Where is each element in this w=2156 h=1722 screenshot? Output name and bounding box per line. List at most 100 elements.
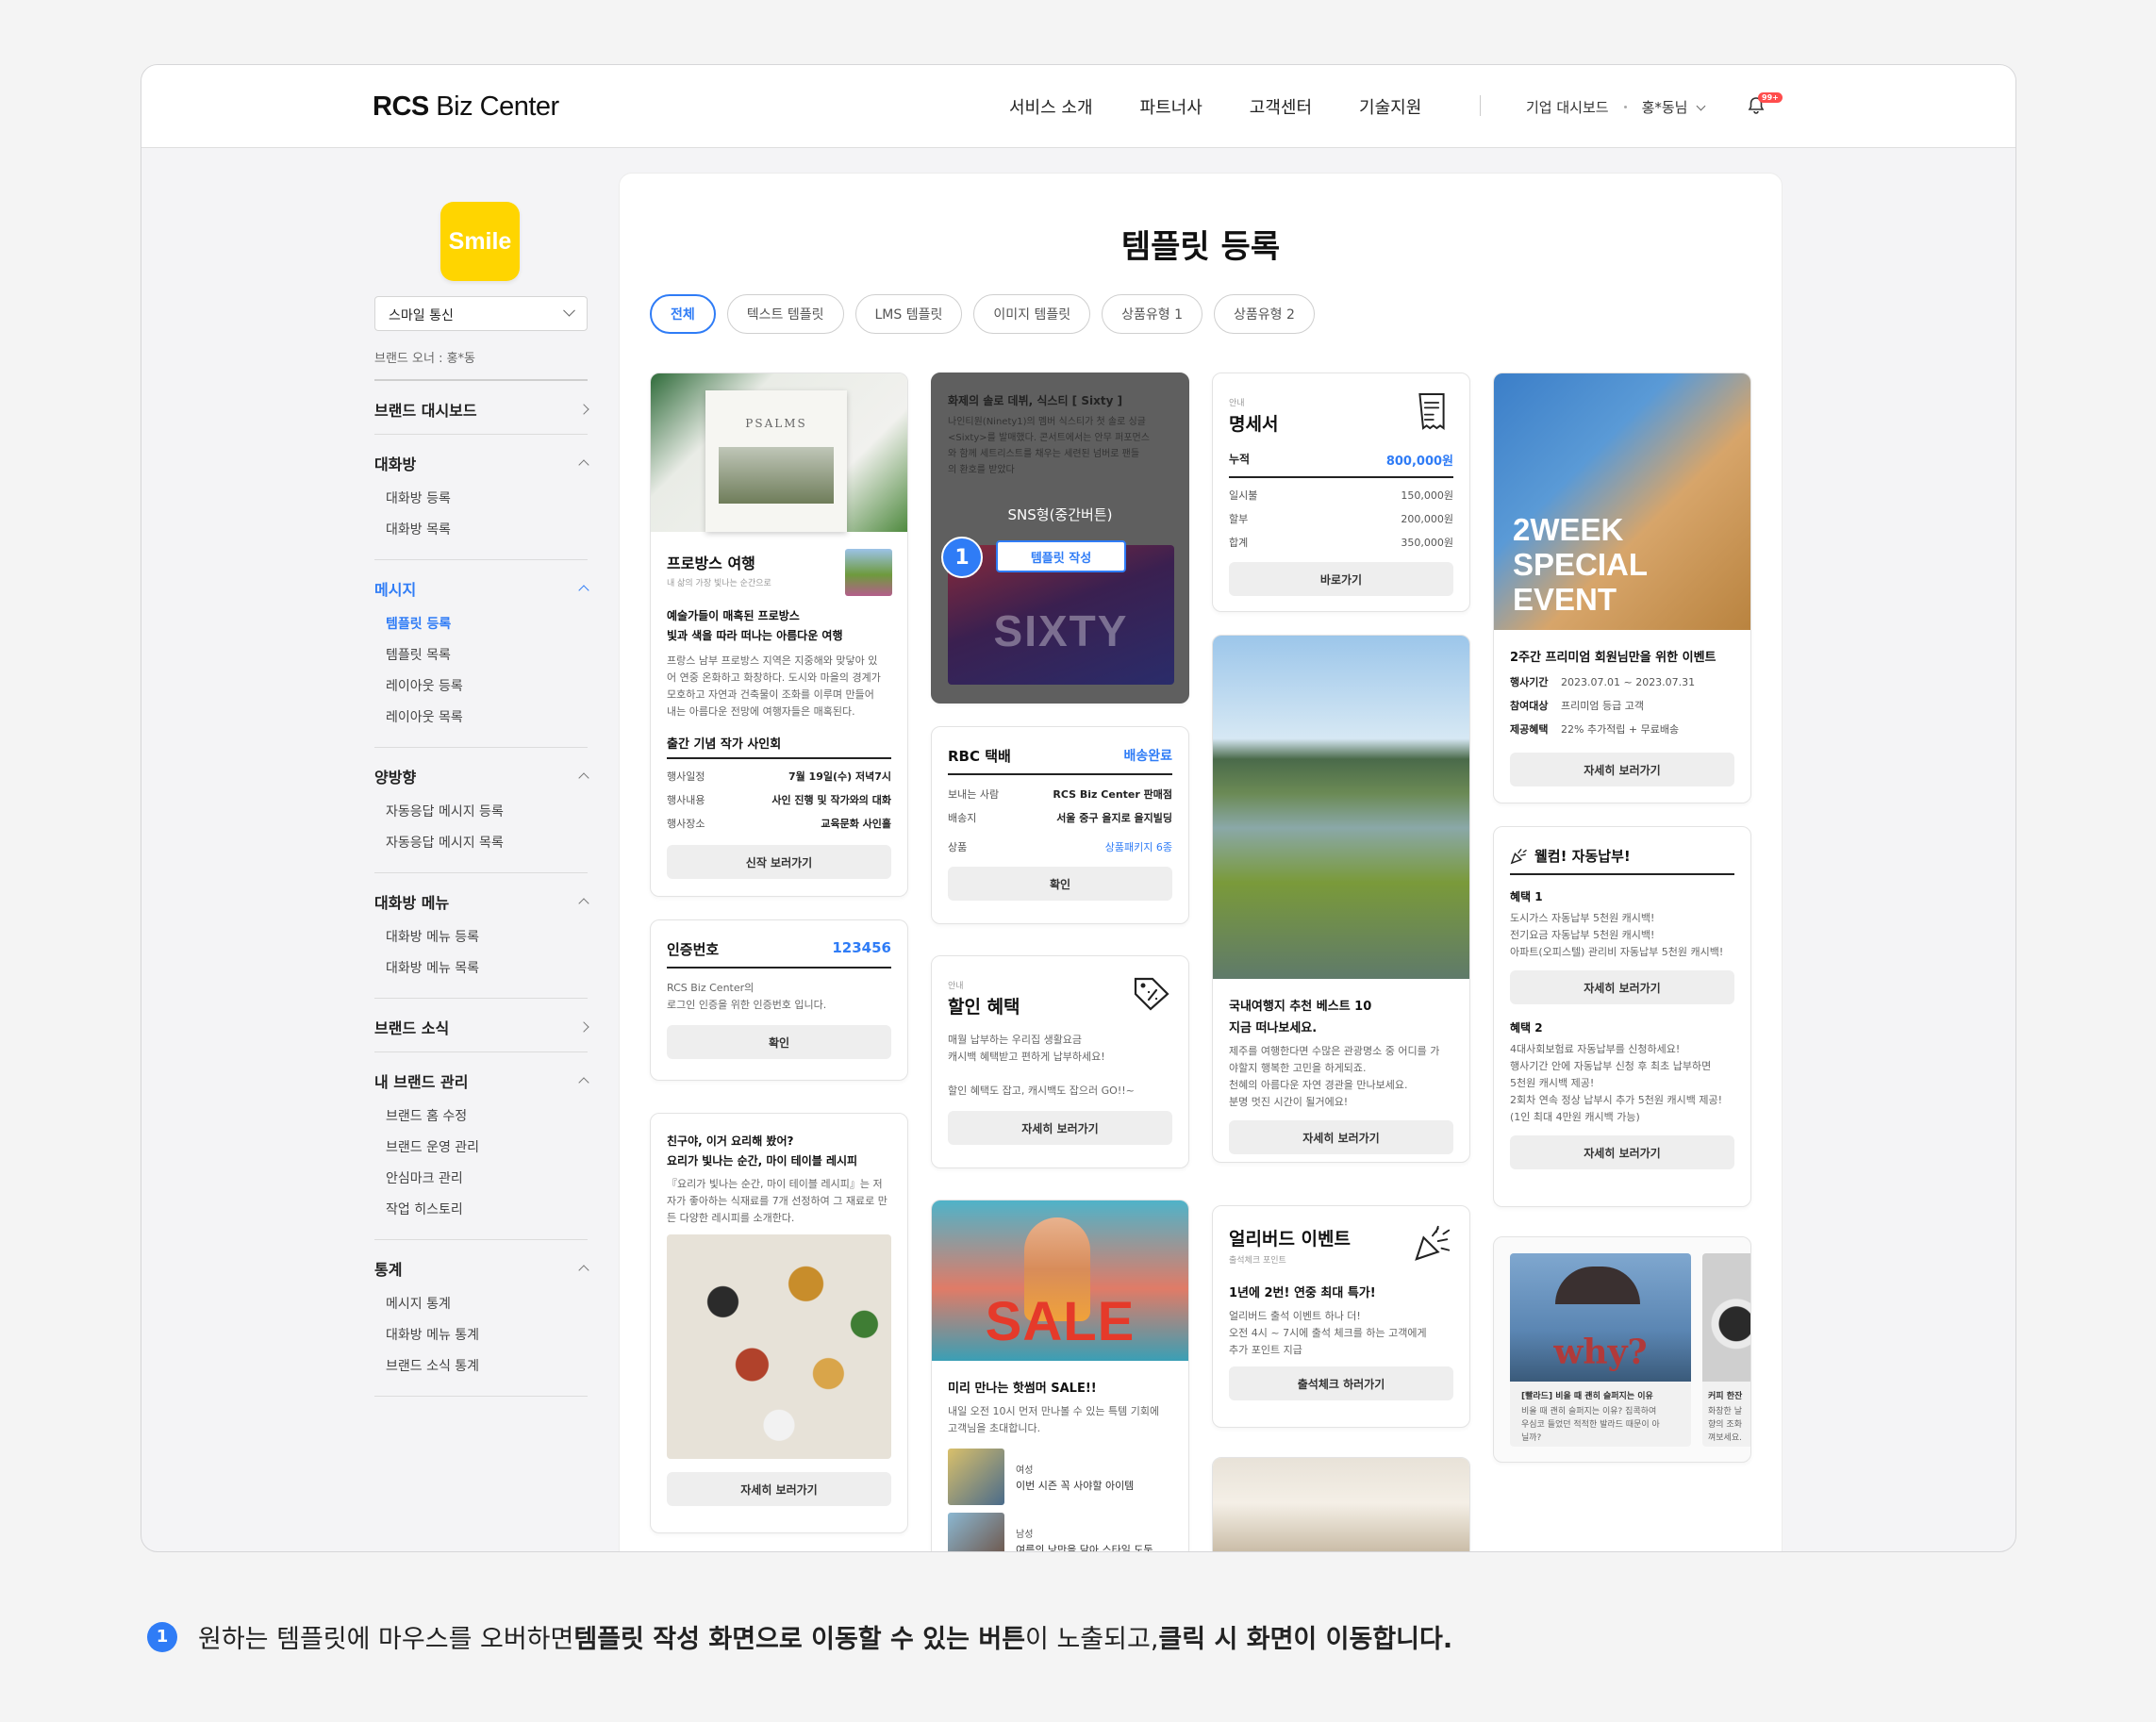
sidebar-item-chatroom[interactable]: 대화방 [374, 452, 589, 474]
sidebar-item-label: 메시지 [374, 581, 417, 599]
sidebar-subitem[interactable]: 메시지 통계 [386, 1289, 588, 1320]
sidebar-subitem[interactable]: 템플릿 목록 [386, 640, 588, 671]
row-label: 행사일정 [667, 770, 705, 783]
template-card-delivery[interactable]: RBC 택배 배송완료 보내는 사람 RCS Biz Center 판매점 배송지… [931, 726, 1189, 924]
sidebar-item-news[interactable]: 브랜드 소식 [374, 1016, 589, 1038]
row-value: 상품패키지 6종 [1104, 841, 1172, 853]
row-label: 배송지 [948, 812, 977, 824]
tab-image[interactable]: 이미지 템플릿 [973, 294, 1091, 334]
dashboard-link[interactable]: 기업 대시보드 [1526, 97, 1609, 117]
nav-tech[interactable]: 기술지원 [1359, 94, 1421, 119]
tab-lms[interactable]: LMS 템플릿 [854, 294, 963, 334]
template-card-yoga[interactable] [1212, 1457, 1470, 1551]
card-headline: 국내여행지 추천 베스트 10 [1229, 1000, 1372, 1014]
template-card-carousel[interactable]: why? [빨라드] 비올 때 괜히 슬퍼지는 이유 비올 때 괜히 슬퍼지는 … [1493, 1236, 1751, 1463]
card-body: 전기요금 자동납부 5천원 캐시백! [1510, 929, 1655, 941]
sidebar-item-twoway[interactable]: 양방향 [374, 765, 589, 787]
sidebar-subitem-active[interactable]: 템플릿 등록 [386, 609, 588, 640]
sidebar-item-mybrand[interactable]: 내 브랜드 관리 [374, 1069, 589, 1092]
sidebar-item-chatmenu[interactable]: 대화방 메뉴 [374, 890, 589, 913]
card-action-button[interactable]: 자세히 보러가기 [1510, 753, 1734, 786]
sidebar-subitem[interactable]: 브랜드 홈 수정 [386, 1101, 588, 1133]
global-nav: 서비스 소개 파트너사 고객센터 기술지원 [1009, 94, 1421, 119]
brand-select[interactable]: 스마일 통신 [374, 296, 588, 331]
card-body: 매월 납부하는 우리집 생활요금 [948, 1034, 1083, 1046]
sidebar-group-chatroom: 대화방 대화방 등록 대화방 목록 [374, 435, 589, 560]
row-value: 22% 추가적립 + 무료배송 [1561, 723, 1680, 736]
card-action-button[interactable]: 자세히 보러가기 [948, 1111, 1172, 1145]
row-label: 행사기간 [1510, 676, 1549, 688]
sidebar-item-message[interactable]: 메시지 [374, 577, 589, 600]
card-body: (1인 최대 4만원 캐시백 가능) [1510, 1111, 1640, 1123]
template-card-travel[interactable]: 국내여행지 추천 베스트 10 지금 떠나보세요. 제주를 여행한다면 수많은 … [1212, 635, 1470, 1163]
info-row: 보내는 사람 RCS Biz Center 판매점 [932, 783, 1188, 806]
sidebar-item-dashboard[interactable]: 브랜드 대시보드 [374, 398, 589, 421]
tab-product2[interactable]: 상품유형 2 [1213, 294, 1315, 334]
sidebar-subitem[interactable]: 레이아웃 등록 [386, 671, 588, 703]
template-card-recipe[interactable]: 친구야, 이거 요리해 봤어? 요리가 빛나는 순간, 마이 테이블 레시피 『… [650, 1113, 908, 1533]
card-action-button[interactable]: 바로가기 [1229, 562, 1453, 596]
carousel-slide[interactable]: 커피 한잔 화창한 날 향의 조화 껴보세요. [1702, 1253, 1750, 1447]
card-action-button[interactable]: 자세히 보러가기 [1510, 970, 1734, 1004]
template-card-sixty[interactable]: 화제의 솔로 데뷔, 식스티 [ Sixty ] 나인티원(Ninety1)의 … [931, 373, 1189, 704]
template-card-earlybird[interactable]: 얼리버드 이벤트 출석체크 포인트 1년에 2번! 연중 최대 특가! 얼리버드… [1212, 1205, 1470, 1428]
user-menu[interactable]: 홍*동님 [1642, 97, 1706, 117]
brand-select-value: 스마일 통신 [389, 308, 454, 323]
carousel-slide[interactable]: why? [빨라드] 비올 때 괜히 슬퍼지는 이유 비올 때 괜히 슬퍼지는 … [1510, 1253, 1691, 1447]
card-action-button[interactable]: 자세히 보러가기 [667, 1472, 891, 1506]
nav-support[interactable]: 고객센터 [1250, 94, 1312, 119]
template-card-discount[interactable]: 안내 할인 혜택 매월 납부하는 우리집 생활요금 캐시백 혜택받고 편하게 납… [931, 955, 1189, 1168]
sidebar-subitem[interactable]: 대화방 등록 [386, 484, 588, 515]
template-card-invoice[interactable]: 안내 명세서 누적 800,000원 일시불 150,000원 할부 200,000… [1212, 373, 1470, 612]
sidebar-item-label: 대화방 메뉴 [374, 894, 450, 912]
hover-overlay-label: SNS형(중간버튼) [1007, 506, 1113, 523]
slide-body: 우심코 들었던 적적한 발라드 때문이 아 [1521, 1420, 1660, 1430]
card-action-button[interactable]: 확인 [667, 1025, 891, 1059]
sidebar-subitem[interactable]: 대화방 목록 [386, 515, 588, 546]
template-card-sale[interactable]: SALE 미리 만나는 핫썸머 SALE!! 내일 오전 10시 먼저 만나볼 … [931, 1200, 1189, 1551]
tab-product1[interactable]: 상품유형 1 [1102, 294, 1202, 334]
card-action-button[interactable]: 신작 보러가기 [667, 845, 891, 879]
template-card-2week-event[interactable]: 2WEEK SPECIAL EVENT 2주간 프리미엄 회원님만을 위한 이벤… [1493, 373, 1751, 803]
sidebar-item-stats[interactable]: 통계 [374, 1257, 589, 1280]
sidebar-subitem[interactable]: 대화방 메뉴 목록 [386, 953, 588, 985]
card-body: <Sixty>를 발매했다. 콘서트에서는 안무 퍼포먼스 [948, 433, 1150, 443]
sidebar-subitem[interactable]: 브랜드 운영 관리 [386, 1133, 588, 1164]
sidebar-subitem[interactable]: 안심마크 관리 [386, 1164, 588, 1195]
site-logo[interactable]: RCS Biz Center [373, 91, 559, 123]
sidebar-subitem[interactable]: 작업 히스토리 [386, 1195, 588, 1226]
footnote-text: 원하는 템플릿에 마우스를 오버하면 [198, 1625, 574, 1654]
row-label: 행사장소 [667, 818, 705, 830]
template-card-provence[interactable]: PSALMS 프로방스 여행 내 삶의 가장 빛나는 순간으로 예술가들이 매혹… [650, 373, 908, 897]
sidebar-subitem[interactable]: 브랜드 소식 통계 [386, 1351, 588, 1383]
card-image-yoga [1213, 1458, 1469, 1551]
card-action-button[interactable]: 확인 [948, 867, 1172, 901]
template-create-button[interactable]: 템플릿 작성 [996, 540, 1126, 572]
tab-all[interactable]: 전체 [650, 294, 716, 334]
notification-badge: 99+ [1758, 92, 1783, 103]
book-title: PSALMS [745, 417, 807, 430]
receipt-icon [1418, 393, 1445, 430]
template-card-auth[interactable]: 인증번호 123456 RCS Biz Center의 로그인 인증을 위한 인… [650, 919, 908, 1081]
sidebar-subitem[interactable]: 레이아웃 목록 [386, 703, 588, 734]
sidebar-subitem[interactable]: 자동응답 메시지 등록 [386, 797, 588, 828]
sidebar-subitem[interactable]: 대화방 메뉴 통계 [386, 1320, 588, 1351]
slide-body: 화창한 날 [1708, 1407, 1742, 1416]
umbrella-figure [1555, 1267, 1640, 1304]
card-action-button[interactable]: 자세히 보러가기 [1510, 1135, 1734, 1169]
tab-text[interactable]: 텍스트 템플릿 [726, 294, 844, 334]
template-card-autopay[interactable]: 웰컴! 자동납부! 혜택 1 도시가스 자동납부 5천원 캐시백! 전기요금 자… [1493, 826, 1751, 1207]
party-popper-icon [1415, 1225, 1451, 1261]
slide-body: 껴보세요. [1708, 1433, 1742, 1443]
image-text: SALE [985, 1291, 1136, 1352]
auth-code: 123456 [832, 939, 891, 956]
sidebar-subitem[interactable]: 대화방 메뉴 등록 [386, 922, 588, 953]
row-label: 참여대상 [1510, 700, 1549, 712]
slide-body: 비올 때 괜히 슬퍼지는 이유? 집콕하여 [1521, 1407, 1657, 1416]
product-thumb [948, 1513, 1004, 1551]
nav-partner[interactable]: 파트너사 [1140, 94, 1202, 119]
sidebar-subitem[interactable]: 자동응답 메시지 목록 [386, 828, 588, 859]
nav-service[interactable]: 서비스 소개 [1009, 94, 1093, 119]
card-action-button[interactable]: 자세히 보러가기 [1229, 1120, 1453, 1154]
card-action-button[interactable]: 출석체크 하러가기 [1229, 1366, 1453, 1400]
